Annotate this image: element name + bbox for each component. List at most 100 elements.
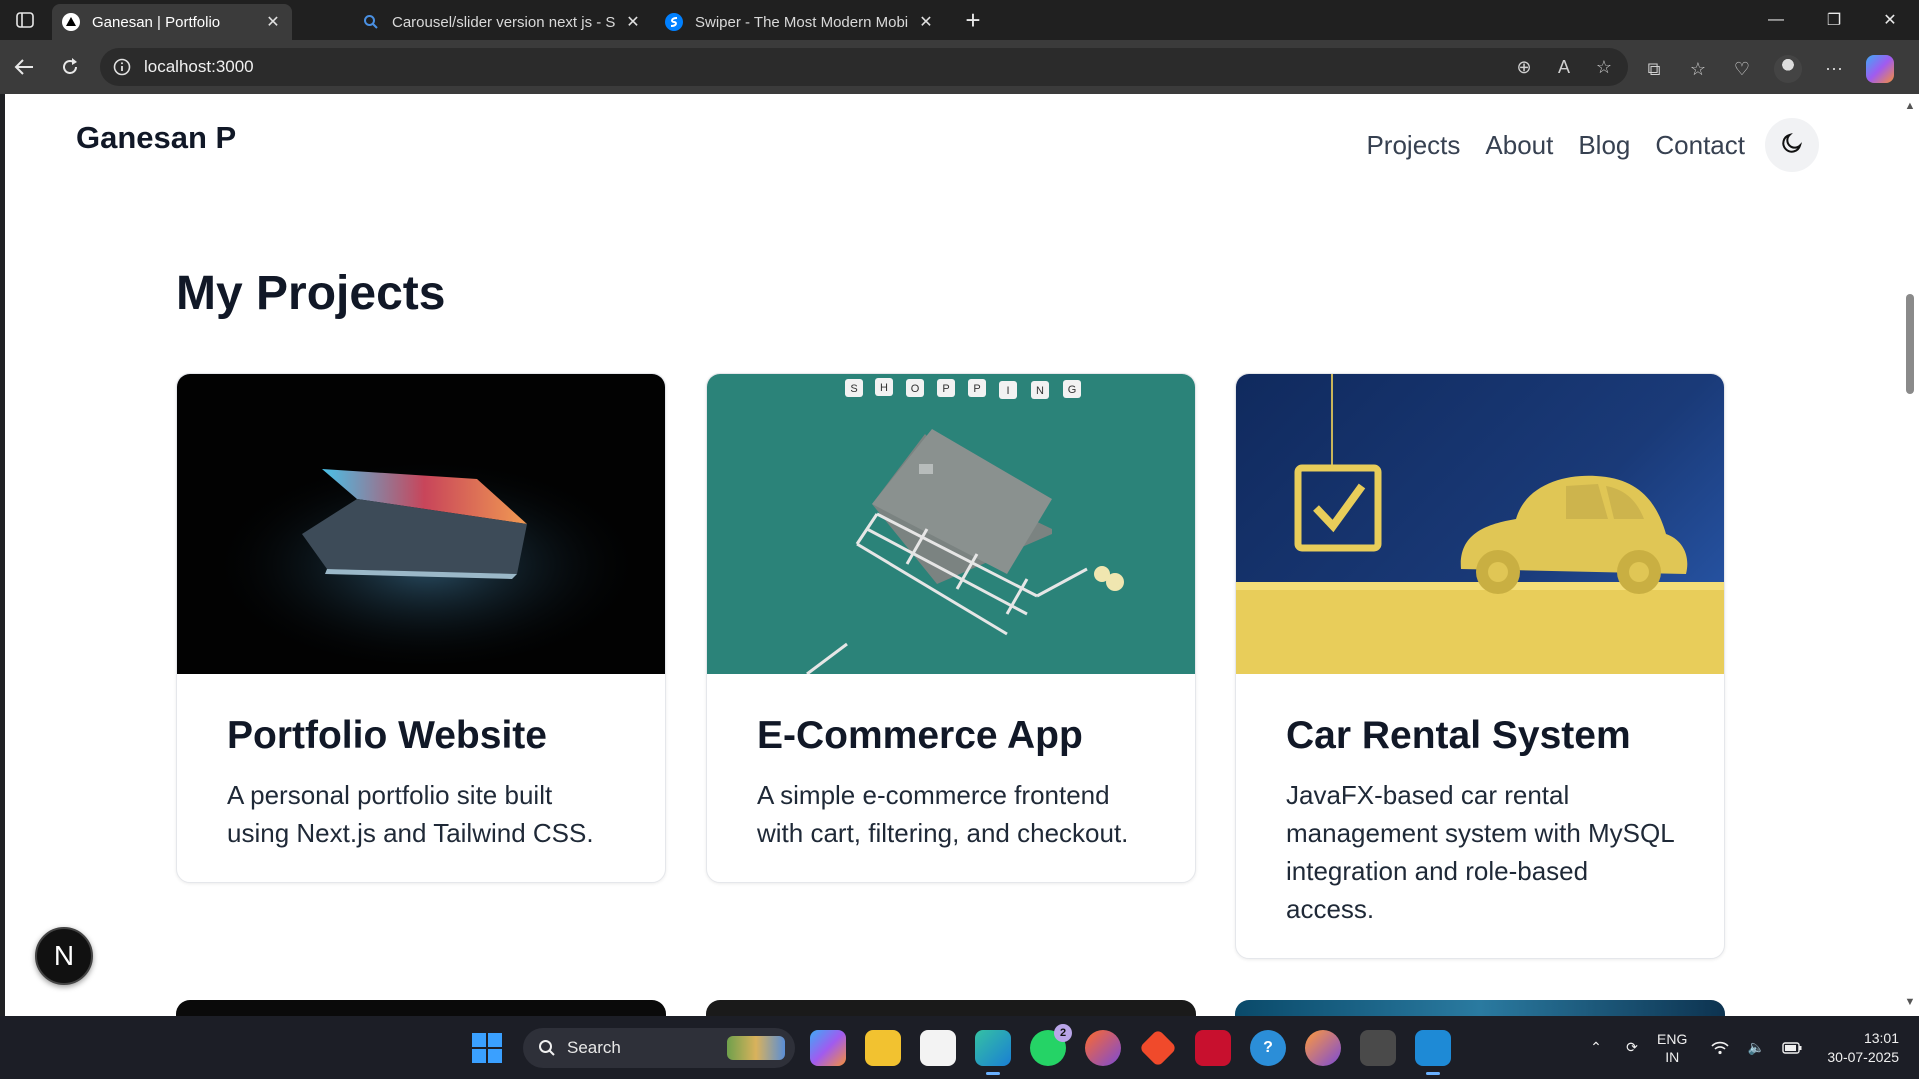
tile-letter: G: [1068, 384, 1077, 396]
project-card[interactable]: Portfolio Website A personal portfolio s…: [176, 373, 666, 883]
windows-logo-icon: [472, 1033, 486, 1047]
project-card-partial[interactable]: [1235, 1000, 1725, 1016]
project-card[interactable]: S H O P P I N G E-Commerce App A simple …: [706, 373, 1196, 883]
nextjs-dev-indicator[interactable]: N: [35, 927, 93, 985]
tab-portfolio[interactable]: Ganesan | Portfolio ✕: [52, 4, 292, 40]
search-favicon-icon: [362, 13, 380, 31]
project-card[interactable]: Car Rental System JavaFX-based car renta…: [1235, 373, 1725, 959]
volume-icon[interactable]: 🔈: [1745, 1037, 1767, 1059]
vercel-favicon-icon: [62, 13, 80, 31]
minimize-button[interactable]: —: [1748, 0, 1804, 40]
tile-letter: H: [880, 382, 888, 394]
project-description: A simple e-commerce frontend with cart, …: [757, 780, 1129, 848]
tile-letter: P: [942, 383, 949, 395]
page-title: My Projects: [176, 267, 446, 320]
sublime-text-icon[interactable]: [1360, 1030, 1396, 1066]
tile-letter: P: [973, 383, 980, 395]
zoom-icon[interactable]: ⊕: [1512, 55, 1536, 79]
project-image-laptop: [177, 374, 665, 674]
tab-title: Ganesan | Portfolio: [92, 13, 221, 31]
language-indicator[interactable]: ENG IN: [1657, 1030, 1687, 1066]
close-icon[interactable]: ✕: [917, 13, 935, 31]
search-icon: [537, 1038, 557, 1058]
tile-letter: I: [1006, 385, 1009, 397]
taskbar-search[interactable]: Search: [523, 1028, 795, 1068]
project-image-car: [1236, 374, 1724, 674]
profile-avatar[interactable]: [1774, 55, 1802, 83]
project-image-shopping-cart: S H O P P I N G: [707, 374, 1195, 674]
tile-letter: S: [850, 383, 857, 395]
close-icon[interactable]: ✕: [624, 13, 642, 31]
theme-toggle-button[interactable]: [1765, 118, 1819, 172]
browser-tab-bar: Ganesan | Portfolio ✕ Carousel/slider ve…: [0, 0, 1919, 40]
start-button[interactable]: [472, 1033, 502, 1063]
site-info-icon[interactable]: [112, 57, 132, 77]
git-icon[interactable]: [1138, 1028, 1178, 1068]
site-nav: Projects About Blog Contact: [1341, 118, 1819, 172]
windows-logo-icon: [488, 1033, 502, 1047]
nav-link-projects[interactable]: Projects: [1366, 130, 1460, 161]
project-title: Car Rental System: [1286, 714, 1631, 757]
tile-letter: N: [1036, 385, 1044, 397]
more-menu-icon[interactable]: ⋯: [1822, 57, 1846, 81]
read-aloud-icon[interactable]: A: [1552, 55, 1576, 79]
chevron-up-icon[interactable]: ⌃: [1585, 1037, 1607, 1059]
tab-stackoverflow[interactable]: Carousel/slider version next js - S ✕: [352, 4, 652, 40]
mcafee-icon[interactable]: [1195, 1030, 1231, 1066]
address-bar-row: localhost:3000 ⊕ A ☆ ⧉ ☆ ♡ ⋯: [0, 40, 1919, 94]
tab-swiper[interactable]: Swiper - The Most Modern Mobil ✕: [655, 4, 945, 40]
firefox-icon[interactable]: [1305, 1030, 1341, 1066]
system-tray: ⌃ ⟳ ENG IN 🔈 13:01 30-07-2025: [1585, 1016, 1899, 1079]
notification-badge: 2: [1054, 1024, 1072, 1042]
page-scrollbar[interactable]: ▲ ▼: [1900, 94, 1919, 1016]
windows-taskbar: Search 2 ? ⌃ ⟳ ENG IN 🔈 13:01 30-07-2025: [0, 1016, 1919, 1079]
sync-icon[interactable]: ⟳: [1621, 1037, 1643, 1059]
tab-title: Carousel/slider version next js - S: [392, 13, 616, 31]
help-icon[interactable]: ?: [1250, 1030, 1286, 1066]
scroll-down-arrow-icon[interactable]: ▼: [1903, 996, 1917, 1008]
clock-time: 13:01: [1863, 1029, 1899, 1046]
scroll-up-arrow-icon[interactable]: ▲: [1903, 100, 1917, 112]
moon-icon: [1780, 131, 1804, 160]
extensions-icon[interactable]: ⧉: [1642, 57, 1666, 81]
brave-browser-icon[interactable]: [1085, 1030, 1121, 1066]
whatsapp-icon[interactable]: 2: [1030, 1024, 1072, 1066]
file-explorer-icon[interactable]: [865, 1030, 901, 1066]
sidebar-toggle-icon[interactable]: [10, 8, 40, 32]
browser-health-icon[interactable]: ♡: [1730, 57, 1754, 81]
language-code: ENG: [1657, 1030, 1688, 1047]
reload-button[interactable]: [54, 52, 86, 82]
project-title: E-Commerce App: [757, 714, 1083, 757]
tab-title: Swiper - The Most Modern Mobil: [695, 13, 909, 31]
clock-date: 30-07-2025: [1827, 1048, 1899, 1065]
favorites-icon[interactable]: ☆: [1686, 57, 1710, 81]
swiper-favicon-icon: [665, 13, 683, 31]
nav-link-about[interactable]: About: [1485, 130, 1553, 161]
back-button[interactable]: [8, 52, 40, 82]
project-card-partial[interactable]: [176, 1000, 666, 1016]
search-label: Search: [567, 1038, 621, 1057]
tile-letter: O: [911, 383, 920, 395]
copilot-app-icon[interactable]: [810, 1030, 846, 1066]
nav-link-blog[interactable]: Blog: [1578, 130, 1630, 161]
nav-link-contact[interactable]: Contact: [1655, 130, 1745, 161]
project-description: JavaFX-based car rental management syste…: [1286, 780, 1674, 924]
vscode-icon[interactable]: [1415, 1030, 1451, 1075]
project-card-partial[interactable]: [706, 1000, 1196, 1016]
copilot-icon[interactable]: [1866, 55, 1894, 83]
close-icon[interactable]: ✕: [264, 13, 282, 31]
favorite-star-icon[interactable]: ☆: [1592, 55, 1616, 79]
new-tab-button[interactable]: +: [958, 5, 988, 35]
scrollbar-thumb[interactable]: [1906, 294, 1914, 394]
restore-button[interactable]: ❐: [1806, 0, 1862, 40]
shopping-letter-tiles: S H O P P I N G: [845, 378, 1081, 399]
window-close-button[interactable]: ✕: [1862, 0, 1918, 40]
wifi-icon[interactable]: [1709, 1037, 1731, 1059]
omnibox[interactable]: localhost:3000 ⊕ A ☆: [100, 48, 1628, 86]
edge-browser-icon[interactable]: [975, 1030, 1011, 1075]
battery-icon[interactable]: [1781, 1037, 1803, 1059]
site-brand[interactable]: Ganesan P: [76, 120, 236, 156]
clock[interactable]: 13:01 30-07-2025: [1827, 1029, 1899, 1067]
url-text[interactable]: localhost:3000: [144, 57, 254, 77]
microsoft-store-icon[interactable]: [920, 1030, 956, 1066]
